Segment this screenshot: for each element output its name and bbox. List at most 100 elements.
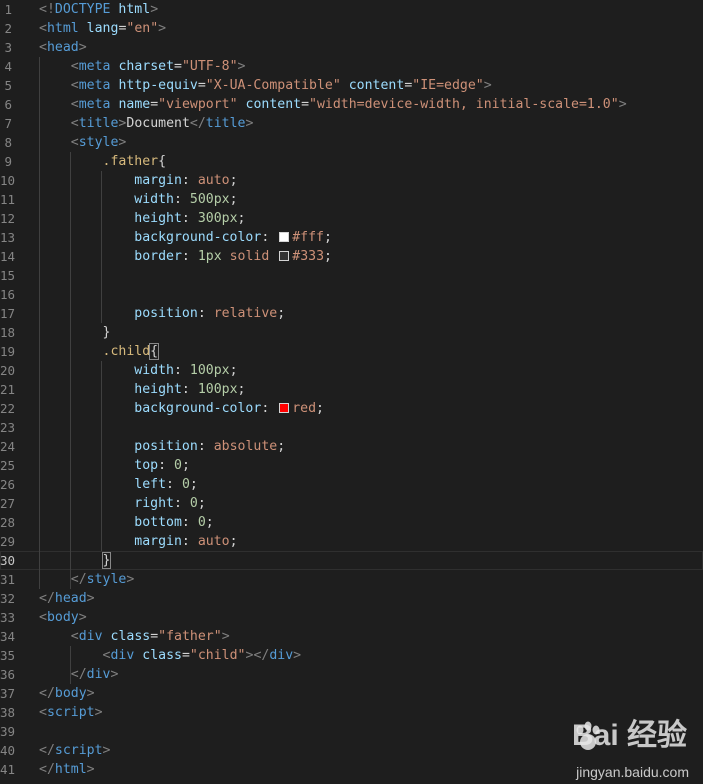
code-token: : [173,363,190,378]
code-line[interactable]: 34 <div class="father"> [0,627,703,646]
code-line[interactable]: 10 margin: auto; [0,171,703,190]
code-line[interactable]: 9 .father{ [0,152,703,171]
line-number: 12 [0,211,16,226]
code-token: ; [229,534,238,549]
code-token: > [293,648,302,663]
paw-icon [576,721,600,750]
code-line[interactable]: 6 <meta name="viewport" content="width=d… [0,95,703,114]
code-line[interactable]: 14 border: 1px solid #333; [0,247,703,266]
code-token: head [54,591,87,606]
code-token: > [78,40,87,55]
code-token: 1px [197,249,222,264]
code-line[interactable]: 2 <html lang="en"> [0,19,703,38]
code-line[interactable]: 23 [0,418,703,437]
line-code: <div class="father"> [39,627,230,646]
code-line[interactable]: 31 </style> [0,570,703,589]
code-line[interactable]: 12 height: 300px; [0,209,703,228]
code-line[interactable]: 18 } [0,323,703,342]
code-token: body [54,686,87,701]
line-number: 11 [0,192,16,207]
code-token: : [173,496,190,511]
code-token: relative [213,306,278,321]
line-code: .child{ [39,342,160,361]
code-token: margin [134,173,182,188]
code-line[interactable]: 27 right: 0; [0,494,703,513]
code-line[interactable]: 4 <meta charset="UTF-8"> [0,57,703,76]
line-number: 26 [0,477,16,492]
line-code: <style> [39,133,127,152]
code-token: : [181,249,198,264]
code-token: : [181,211,198,226]
line-code: </script> [39,741,110,760]
code-token: </ [39,686,55,701]
code-line[interactable]: 26 left: 0; [0,475,703,494]
code-line[interactable]: 28 bottom: 0; [0,513,703,532]
code-line[interactable]: 16 [0,285,703,304]
code-token: "UTF-8" [181,59,238,74]
line-code: margin: auto; [39,171,237,190]
code-token: .child [102,344,151,359]
line-number: 4 [4,59,12,74]
code-token: width [134,192,174,207]
code-line[interactable]: 19 .child{ [0,342,703,361]
code-line[interactable]: 3 <head> [0,38,703,57]
code-token: </ [39,743,55,758]
color-swatch[interactable] [279,251,290,261]
code-token: : [166,477,182,492]
color-swatch[interactable] [279,232,290,242]
line-code: <meta charset="UTF-8"> [39,57,246,76]
color-swatch[interactable] [279,403,290,413]
code-line[interactable]: 36 </div> [0,665,703,684]
code-line[interactable]: 35 <div class="child"></div> [0,646,703,665]
code-line[interactable]: 21 height: 100px; [0,380,703,399]
code-editor[interactable]: 1 <!DOCTYPE html> 2 <html lang="en"> 3 <head>… [0,0,703,784]
code-token: < [39,705,47,720]
code-line[interactable]: 29 margin: auto; [0,532,703,551]
line-code: <script> [39,703,103,722]
code-token: > [86,591,95,606]
code-line[interactable]: 32 </head> [0,589,703,608]
code-token: #fff [292,230,324,245]
line-number: 5 [4,78,12,93]
code-token: ; [237,211,246,226]
code-line[interactable]: 17 position: relative; [0,304,703,323]
code-token: 0 [197,515,206,530]
code-token: style [86,572,127,587]
code-line[interactable]: 25 top: 0; [0,456,703,475]
code-token: : [158,458,174,473]
code-line[interactable]: 30 } [0,551,703,570]
code-token: class [110,629,151,644]
code-token: top [134,458,159,473]
code-line[interactable]: 20 width: 100px; [0,361,703,380]
code-token: right [134,496,174,511]
line-number: 8 [4,135,12,150]
code-line[interactable]: 13 background-color: #fff; [0,228,703,247]
code-line[interactable]: 11 width: 500px; [0,190,703,209]
code-line[interactable]: 8 <style> [0,133,703,152]
code-line[interactable]: 15 [0,266,703,285]
code-token: "width=device-width, initial-scale=1.0" [309,97,619,112]
code-line[interactable]: 37 </body> [0,684,703,703]
code-token: ; [277,306,286,321]
code-token: > [245,116,254,131]
code-line[interactable]: 22 background-color: red; [0,399,703,418]
code-line[interactable]: 33 <body> [0,608,703,627]
code-line[interactable]: 7 <title>Document</title> [0,114,703,133]
code-token: : [181,382,198,397]
code-token: Document [126,116,190,131]
code-token: > [126,572,135,587]
code-token: = [197,78,206,93]
code-line[interactable]: 24 position: absolute; [0,437,703,456]
code-token: height [134,211,182,226]
code-line[interactable]: 5 <meta http-equiv="X-UA-Compatible" con… [0,76,703,95]
code-token: < [70,116,79,131]
code-line[interactable]: 1 <!DOCTYPE html> [0,0,703,19]
code-token: lang [86,21,119,36]
code-token: = [301,97,310,112]
